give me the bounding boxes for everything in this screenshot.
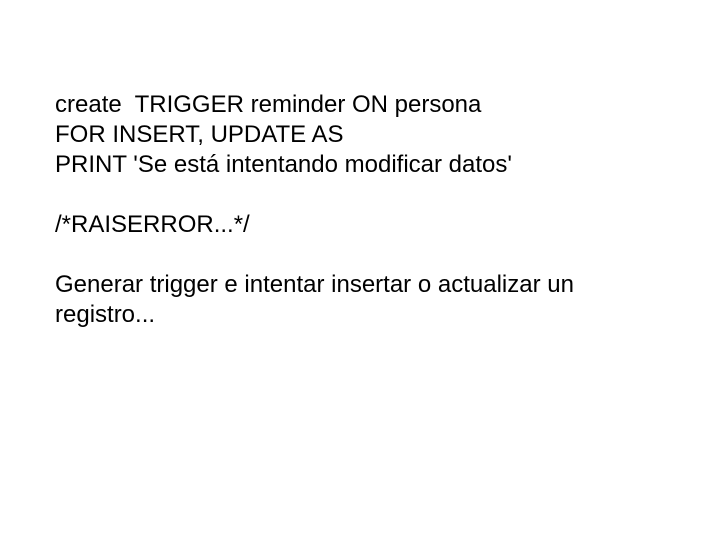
code-line-3: PRINT 'Se está intentando modificar dato… (55, 150, 665, 180)
code-line-2: FOR INSERT, UPDATE AS (55, 120, 665, 150)
code-block: create TRIGGER reminder ON persona FOR I… (55, 90, 665, 180)
instruction-line: Generar trigger e intentar insertar o ac… (55, 270, 665, 330)
comment-block: /*RAISERROR...*/ (55, 210, 665, 240)
instruction-block: Generar trigger e intentar insertar o ac… (55, 270, 665, 330)
slide: create TRIGGER reminder ON persona FOR I… (0, 0, 720, 330)
comment-line: /*RAISERROR...*/ (55, 210, 665, 240)
code-line-1: create TRIGGER reminder ON persona (55, 90, 665, 120)
